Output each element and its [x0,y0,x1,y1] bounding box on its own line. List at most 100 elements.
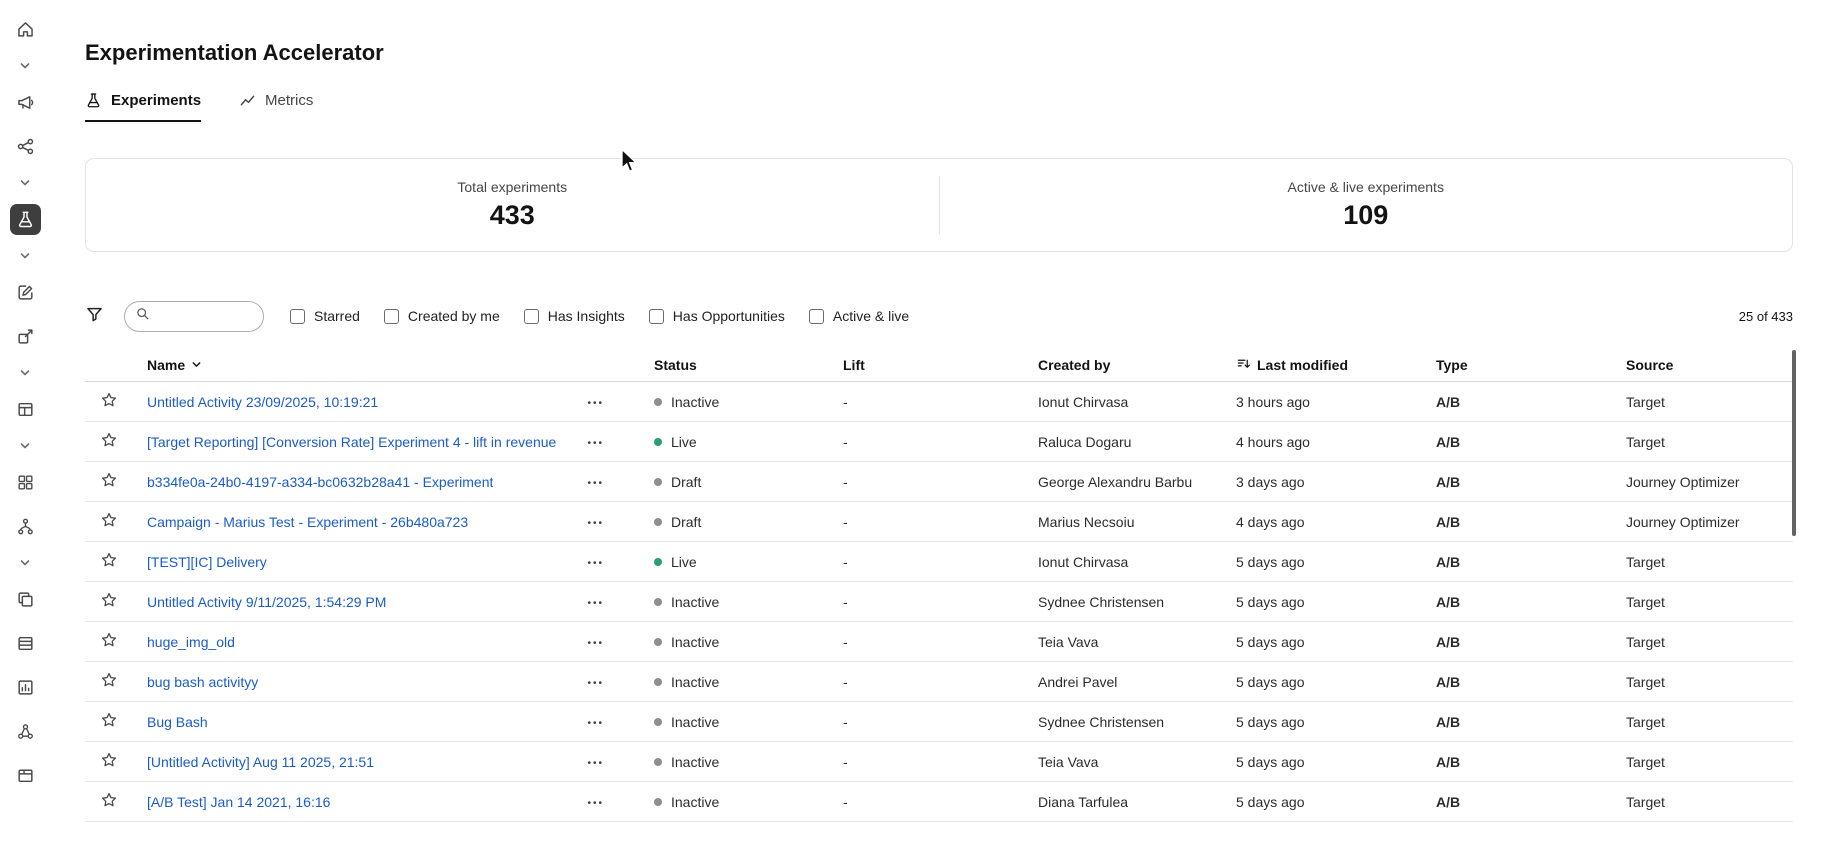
sidebar-item-compose[interactable] [10,277,41,308]
star-button[interactable] [98,669,120,694]
stat-label: Total experiments [86,179,939,195]
last-modified-value: 5 days ago [1236,754,1436,770]
experiment-name-link[interactable]: Untitled Activity 9/11/2025, 1:54:29 PM [147,594,386,610]
table-row: bug bash activityy Inactive - Andrei Pav… [85,662,1793,702]
sidebar-item-copy[interactable] [10,584,41,615]
sidebar-item-org[interactable] [10,716,41,747]
created-by-value: Ionut Chirvasa [1038,394,1236,410]
filter-funnel-button[interactable] [85,305,104,327]
filter-checkbox-has-opportunities[interactable]: Has Opportunities [649,308,785,324]
status-dot-icon [654,478,662,486]
experiment-name-link[interactable]: [TEST][IC] Delivery [147,554,267,570]
more-actions-button[interactable] [583,435,608,449]
experiment-name-link[interactable]: b334fe0a-24b0-4197-a334-bc0632b28a41 - E… [147,474,493,490]
summary-stats-card: Total experiments 433 Active & live expe… [85,158,1793,252]
filter-checkbox-starred[interactable]: Starred [290,308,360,324]
sidebar-item-share[interactable] [10,321,41,352]
star-button[interactable] [98,789,120,814]
lift-value: - [843,474,1038,490]
status-cell: Draft [654,514,843,530]
type-value: A/B [1436,394,1626,410]
funnel-icon [85,305,104,327]
lift-value: - [843,554,1038,570]
sidebar-section-toggle[interactable] [10,58,41,74]
experiment-name-link[interactable]: [A/B Test] Jan 14 2021, 16:16 [147,794,330,810]
column-label: Status [654,357,697,373]
filter-checkbox-has-insights[interactable]: Has Insights [524,308,625,324]
sidebar-item-grid[interactable] [10,467,41,498]
share-icon [16,327,35,346]
star-cell [85,469,133,494]
search-input[interactable] [156,309,253,324]
experiment-name-link[interactable]: bug bash activityy [147,674,258,690]
star-button[interactable] [98,629,120,654]
experiment-name-link[interactable]: Bug Bash [147,714,208,730]
star-button[interactable] [98,509,120,534]
star-button[interactable] [98,469,120,494]
sidebar-item-list[interactable] [10,628,41,659]
filter-row: Starred Created by me Has Insights Has Oppo… [85,300,1793,332]
experiment-name-link[interactable]: Campaign - Marius Test - Experiment - 26… [147,514,468,530]
sidebar-item-tabs[interactable] [10,760,41,791]
filter-checkbox-active-live[interactable]: Active & live [809,308,909,324]
more-actions-button[interactable] [583,595,608,609]
sidebar-section-toggle[interactable] [10,248,41,264]
status-dot-icon [654,798,662,806]
more-actions-button[interactable] [583,635,608,649]
status-cell: Inactive [654,674,843,690]
sidebar-item-workflow[interactable] [10,131,41,162]
status-dot-icon [654,638,662,646]
status-label: Live [671,554,697,570]
experiment-name-link[interactable]: huge_img_old [147,634,235,650]
column-header-lift: Lift [843,357,1038,373]
experiment-name-link[interactable]: Untitled Activity 23/09/2025, 10:19:21 [147,394,378,410]
more-actions-button[interactable] [583,475,608,489]
star-button[interactable] [98,709,120,734]
star-cell [85,629,133,654]
table-scrollbar[interactable] [1792,350,1796,536]
star-button[interactable] [98,749,120,774]
star-button[interactable] [98,589,120,614]
search-box [124,301,264,332]
sidebar-item-home[interactable] [10,14,41,45]
more-actions-button[interactable] [583,515,608,529]
source-value: Journey Optimizer [1626,514,1793,530]
sidebar-section-toggle[interactable] [10,555,41,571]
experiment-name-link[interactable]: [Untitled Activity] Aug 11 2025, 21:51 [147,754,374,770]
filter-checkbox-created-by-me[interactable]: Created by me [384,308,500,324]
stat-value: 109 [940,200,1793,231]
more-actions-button[interactable] [583,395,608,409]
flask-icon [85,92,102,109]
status-cell: Inactive [654,794,843,810]
chart-icon [16,678,35,697]
column-header-last-modified[interactable]: Last modified [1236,356,1436,374]
more-actions-button[interactable] [583,675,608,689]
sidebar-item-flask[interactable] [10,204,41,235]
sidebar-section-toggle[interactable] [10,365,41,381]
star-button[interactable] [98,549,120,574]
more-actions-button[interactable] [583,755,608,769]
sidebar-item-table[interactable] [10,394,41,425]
experiment-name-link[interactable]: [Target Reporting] [Conversion Rate] Exp… [147,434,556,450]
created-by-value: Sydnee Christensen [1038,714,1236,730]
star-button[interactable] [98,429,120,454]
created-by-value: Andrei Pavel [1038,674,1236,690]
more-actions-button[interactable] [583,795,608,809]
table-row: Untitled Activity 9/11/2025, 1:54:29 PM … [85,582,1793,622]
more-actions-button[interactable] [583,715,608,729]
tab-experiments[interactable]: Experiments [85,92,201,122]
tab-metrics[interactable]: Metrics [239,92,313,122]
sidebar-section-toggle[interactable] [10,175,41,191]
status-cell: Inactive [654,714,843,730]
sidebar-item-chart[interactable] [10,672,41,703]
last-modified-value: 3 hours ago [1236,394,1436,410]
type-value: A/B [1436,554,1626,570]
column-header-name[interactable]: Name [133,357,654,373]
sidebar-item-branch[interactable] [10,511,41,542]
more-actions-button[interactable] [583,555,608,569]
sidebar-section-toggle[interactable] [10,438,41,454]
compose-icon [16,283,35,302]
source-value: Target [1626,714,1793,730]
star-button[interactable] [98,389,120,414]
sidebar-item-megaphone[interactable] [10,87,41,118]
